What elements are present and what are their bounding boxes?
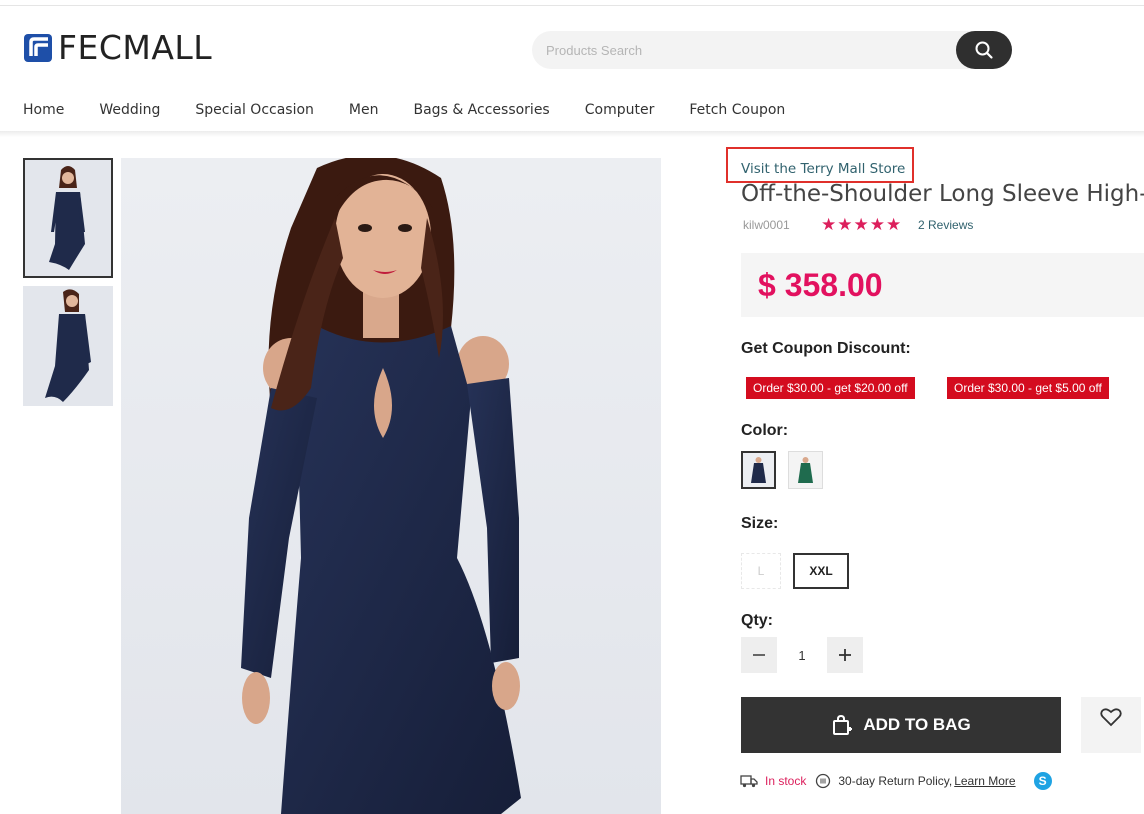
stock-status: In stock: [765, 774, 807, 788]
qty-increase-button[interactable]: [827, 637, 863, 673]
product-thumbnail[interactable]: [23, 158, 113, 278]
product-main-image[interactable]: [121, 158, 661, 814]
nav-item-men[interactable]: Men: [349, 102, 379, 118]
add-to-bag-label: ADD TO BAG: [863, 715, 971, 734]
skype-icon[interactable]: S: [1033, 772, 1052, 790]
size-option-xxl[interactable]: XXL: [793, 553, 849, 589]
search-bar: [532, 31, 1012, 69]
search-input[interactable]: [546, 31, 946, 69]
visit-store-link[interactable]: Visit the Terry Mall Store: [726, 147, 914, 183]
navy-dress-swatch-image: [743, 453, 774, 487]
heart-icon: [1100, 708, 1122, 727]
size-label: Size:: [741, 515, 779, 532]
green-dress-swatch-image: [789, 452, 822, 488]
minus-icon: [753, 654, 765, 656]
search-button[interactable]: [956, 31, 1012, 69]
dress-thumbnail-image: [23, 286, 113, 406]
logo[interactable]: FECMALL: [22, 30, 212, 66]
nav-divider: [0, 131, 1144, 137]
top-divider: [0, 5, 1144, 6]
color-swatch-navy[interactable]: [741, 451, 776, 489]
return-icon: [816, 773, 831, 789]
learn-more-link[interactable]: Learn More: [954, 774, 1015, 788]
qty-label: Qty:: [741, 612, 773, 629]
color-label: Color:: [741, 422, 789, 439]
product-thumbnail[interactable]: [23, 286, 113, 406]
dress-thumbnail-image: [25, 160, 111, 276]
qty-input[interactable]: [777, 637, 827, 673]
shipping-info: In stock 30-day Return Policy, Learn Mor…: [740, 772, 1052, 790]
size-option-l[interactable]: L: [741, 553, 781, 589]
nav-item-computer[interactable]: Computer: [585, 102, 655, 118]
truck-icon: [740, 775, 758, 788]
add-to-bag-button[interactable]: ADD TO BAG: [741, 697, 1061, 753]
nav-item-bags-accessories[interactable]: Bags & Accessories: [414, 102, 550, 118]
nav-item-wedding[interactable]: Wedding: [99, 102, 160, 118]
product-title: Off-the-Shoulder Long Sleeve High-L: [741, 181, 1144, 207]
main-nav: Home Wedding Special Occasion Men Bags &…: [23, 102, 820, 118]
visit-store-text: Visit the Terry Mall Store: [741, 161, 906, 177]
bag-icon: [833, 714, 853, 735]
price-box: $ 358.00: [741, 253, 1144, 317]
dress-model-image: [121, 158, 661, 814]
rating-stars: ★★★★★: [821, 215, 903, 234]
product-price: $ 358.00: [758, 267, 883, 303]
product-sku: kilw0001: [743, 218, 790, 232]
logo-text: FECMALL: [58, 28, 213, 67]
reviews-link[interactable]: 2 Reviews: [918, 218, 973, 232]
wishlist-button[interactable]: [1081, 697, 1141, 753]
search-icon: [975, 41, 993, 59]
return-policy-text: 30-day Return Policy,: [838, 774, 953, 788]
coupon-badge[interactable]: Order $30.00 - get $5.00 off: [947, 377, 1109, 399]
nav-item-home[interactable]: Home: [23, 102, 64, 118]
nav-item-fetch-coupon[interactable]: Fetch Coupon: [689, 102, 785, 118]
coupon-badge[interactable]: Order $30.00 - get $20.00 off: [746, 377, 915, 399]
nav-item-special-occasion[interactable]: Special Occasion: [195, 102, 314, 118]
coupon-label: Get Coupon Discount:: [741, 340, 911, 357]
color-swatch-green[interactable]: [788, 451, 823, 489]
logo-mark-icon: [24, 34, 52, 62]
qty-decrease-button[interactable]: [741, 637, 777, 673]
plus-icon: [839, 649, 851, 661]
